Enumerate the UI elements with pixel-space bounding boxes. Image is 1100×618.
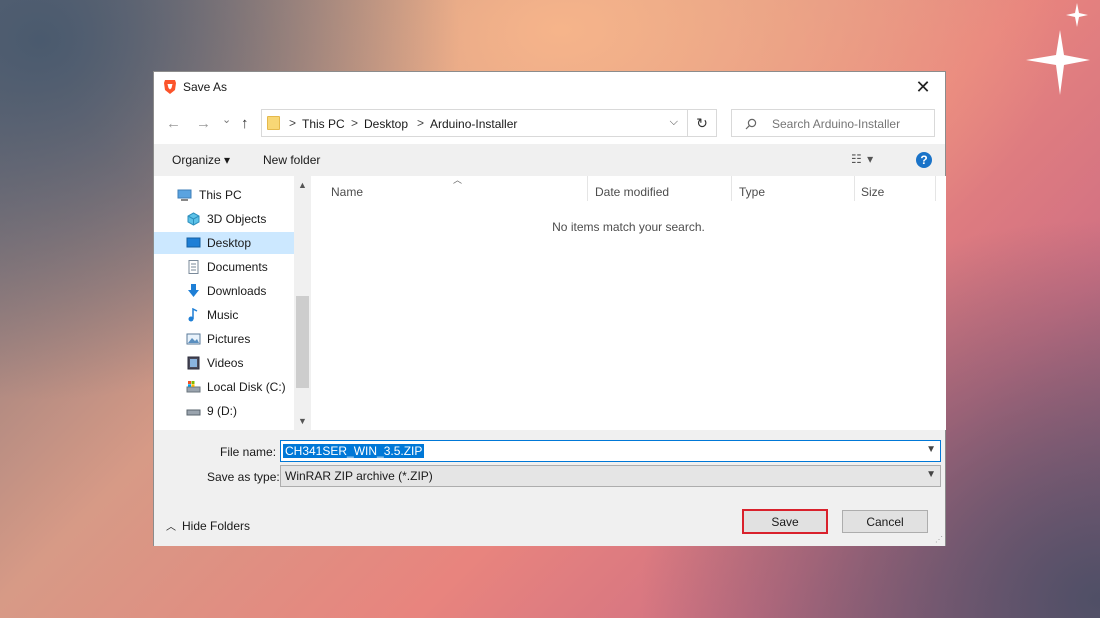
column-header-type[interactable]: Type [739,185,765,199]
empty-state-message: No items match your search. [552,220,705,234]
sidebar-item-label: Music [207,308,239,322]
sidebar-item-documents[interactable]: Documents [154,256,294,278]
forward-arrow-icon[interactable]: → [196,115,211,132]
view-options-icon[interactable]: ☷ ▾ [851,152,874,166]
file-name-value: CH341SER_WIN_3.5.ZIP [283,444,425,458]
sidebar-item-desktop[interactable]: Desktop [154,232,294,254]
column-header-name[interactable]: Name [331,185,363,199]
breadcrumb-separator-icon: > [351,116,359,130]
save-as-type-label: Save as type: [207,470,280,484]
up-arrow-icon[interactable]: ↑ [241,115,249,132]
column-divider[interactable] [587,176,588,201]
hide-folders-button[interactable]: ︿ Hide Folders [166,518,250,533]
download-icon [188,284,199,297]
search-icon [745,118,757,130]
close-icon[interactable]: ✕ [901,72,945,102]
sidebar-item-videos[interactable]: Videos [154,352,294,374]
cancel-button[interactable]: Cancel [842,510,928,533]
help-icon[interactable]: ? [916,152,932,168]
resize-grip-icon[interactable]: ⋰ [935,535,943,544]
sidebar-item-label: Documents [207,260,268,274]
scroll-down-icon[interactable]: ▼ [298,416,307,426]
navigation-bar: ← → ⌄ ↑ > This PC > Desktop > Arduino-In… [154,102,945,144]
address-bar[interactable]: > This PC > Desktop > Arduino-Installer … [261,109,717,137]
sidebar-item-label: 9 (D:) [207,404,237,418]
search-box[interactable] [731,109,935,137]
navigation-scrollbar[interactable]: ▲ ▼ [294,176,311,430]
save-as-dialog: Save As ✕ ← → ⌄ ↑ > This PC > Desktop > … [153,71,946,546]
disk-icon [186,381,201,393]
breadcrumb-this-pc[interactable]: This PC [302,117,345,131]
save-form: File name: CH341SER_WIN_3.5.ZIP ▼ Save a… [154,430,945,546]
sidebar-item-label: Local Disk (C:) [207,380,286,394]
organize-button[interactable]: Organize ▾ [172,153,230,167]
column-divider[interactable] [935,176,936,201]
sidebar-item-label: This PC [199,188,242,202]
back-arrow-icon[interactable]: ← [166,115,181,132]
save-button[interactable]: Save [742,509,828,534]
hide-folders-label: Hide Folders [182,519,251,533]
recent-locations-icon[interactable]: ⌄ [222,113,231,126]
sidebar-item-pictures[interactable]: Pictures [154,328,294,350]
music-icon [188,308,198,322]
computer-icon [177,189,192,201]
desktop-icon [186,237,201,248]
save-as-type-select[interactable]: WinRAR ZIP archive (*.ZIP) ▼ [280,465,941,487]
new-folder-button[interactable]: New folder [263,153,320,167]
file-name-label: File name: [220,445,277,459]
sidebar-item-downloads[interactable]: Downloads [154,280,294,302]
cube-icon [187,212,200,226]
title-bar: Save As ✕ [154,72,945,102]
sort-ascending-icon: ︿ [453,175,463,185]
dialog-title: Save As [183,80,228,94]
sidebar-item-this-pc[interactable]: This PC [154,184,294,206]
breadcrumb-separator-icon: > [417,116,425,130]
document-icon [188,260,199,274]
save-as-type-value: WinRAR ZIP archive (*.ZIP) [285,469,433,483]
breadcrumb-arduino-installer[interactable]: Arduino-Installer [430,117,517,131]
command-bar: Organize ▾ New folder ☷ ▾ ? [154,144,945,176]
column-header-size[interactable]: Size [861,185,884,199]
video-icon [187,356,200,370]
file-list[interactable]: ︿ Name Date modified Type Size No items … [311,175,946,430]
pictures-icon [186,333,201,345]
sidebar-item-label: Downloads [207,284,267,298]
scroll-up-icon[interactable]: ▲ [298,180,307,190]
column-header-date-modified[interactable]: Date modified [595,185,669,199]
breadcrumb-separator-icon: > [289,116,297,130]
sidebar-item-3d-objects[interactable]: 3D Objects [154,208,294,230]
sparkle-decoration [1026,3,1090,95]
sidebar-item-label: Pictures [207,332,251,346]
sidebar-item-label: Desktop [207,236,252,250]
chevron-up-icon: ︿ [166,522,176,533]
folder-icon [267,116,280,130]
refresh-icon[interactable]: ↻ [687,109,717,137]
search-input[interactable] [772,117,922,131]
scroll-thumb[interactable] [296,296,309,388]
sidebar-item-label: Videos [207,356,244,370]
chevron-down-icon[interactable]: ▼ [926,469,936,480]
chevron-down-icon[interactable]: ⌵ [670,116,678,129]
sidebar-item-drive-d[interactable]: 9 (D:) [154,400,294,422]
sidebar-item-label: 3D Objects [207,212,267,226]
sidebar-item-local-disk[interactable]: Local Disk (C:) [154,376,294,398]
breadcrumb-desktop[interactable]: Desktop [364,117,408,131]
sidebar-item-music[interactable]: Music [154,304,294,326]
brave-lion-icon [164,80,176,94]
column-divider[interactable] [854,176,855,201]
file-name-field[interactable]: CH341SER_WIN_3.5.ZIP ▼ [280,440,941,462]
drive-icon [186,409,201,416]
navigation-pane: This PC 3D Objects Desktop Documents Dow… [154,176,294,430]
chevron-down-icon[interactable]: ▼ [926,444,936,455]
column-divider[interactable] [731,176,732,201]
